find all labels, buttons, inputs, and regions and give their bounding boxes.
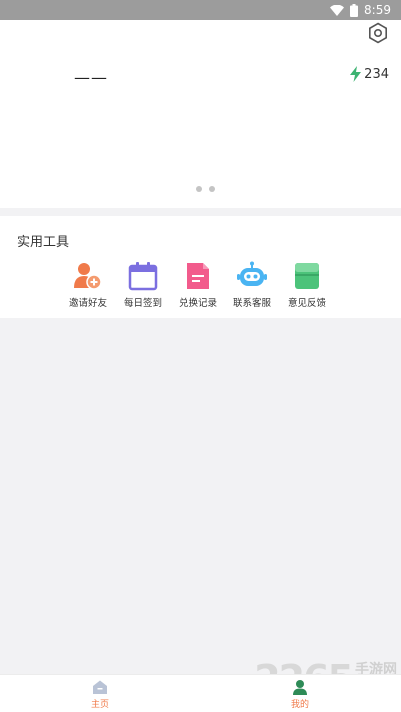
username: ——: [74, 68, 108, 87]
user-icon: [293, 680, 307, 695]
settings-button[interactable]: [365, 20, 391, 46]
tool-label: 兑换记录: [178, 298, 217, 309]
tab-mine-label: 我的: [290, 700, 309, 710]
tool-label: 邀请好友: [68, 298, 107, 309]
carousel-dot[interactable]: [196, 186, 202, 192]
invite-friend-icon: [74, 263, 102, 290]
tab-home[interactable]: 主页: [70, 679, 130, 710]
carousel-indicator: [196, 186, 215, 192]
tool-invite-friend[interactable]: 邀请好友: [58, 260, 118, 309]
tools-title: 实用工具: [17, 235, 70, 250]
status-time: 8:59: [364, 3, 391, 17]
tab-home-label: 主页: [90, 700, 109, 710]
wifi-icon: [330, 4, 345, 16]
tools-section: 实用工具 邀请好友 每日签到 兑换记录 联系客服 意见反馈: [0, 216, 401, 318]
tool-contact-service[interactable]: 联系客服: [222, 260, 282, 309]
tool-daily-checkin[interactable]: 每日签到: [113, 260, 173, 309]
calendar-checkin-icon: [128, 262, 158, 291]
profile-header: —— 234: [0, 20, 401, 208]
document-record-icon: [187, 263, 209, 289]
carousel-dot[interactable]: [209, 186, 215, 192]
bottom-tab-bar: 主页 我的: [0, 674, 401, 712]
tool-label: 联系客服: [232, 298, 271, 309]
tab-mine[interactable]: 我的: [270, 679, 330, 710]
lightning-icon: [350, 66, 362, 82]
energy-counter[interactable]: 234: [350, 66, 389, 82]
home-icon: [93, 680, 107, 694]
tools-row: 邀请好友 每日签到 兑换记录 联系客服 意见反馈: [0, 260, 401, 314]
tool-label: 意见反馈: [287, 298, 326, 309]
robot-service-icon: [237, 261, 267, 286]
battery-icon: [350, 3, 359, 17]
hexagon-gear-icon: [369, 22, 387, 44]
tool-feedback[interactable]: 意见反馈: [277, 260, 337, 309]
status-bar: 8:59: [0, 0, 401, 20]
tool-redeem-record[interactable]: 兑换记录: [168, 260, 228, 309]
energy-value: 234: [364, 66, 389, 82]
feedback-box-icon: [295, 263, 319, 289]
tool-label: 每日签到: [123, 298, 162, 309]
